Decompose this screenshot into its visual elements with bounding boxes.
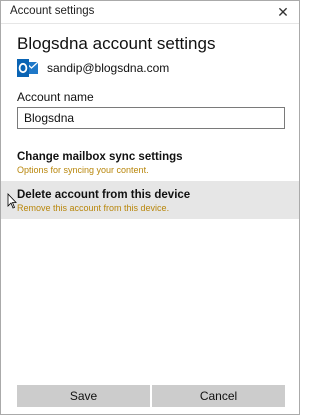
save-button[interactable]: Save xyxy=(17,385,150,407)
outlook-icon xyxy=(17,58,39,78)
mouse-pointer-icon xyxy=(7,193,17,209)
delete-account-title: Delete account from this device xyxy=(17,189,191,201)
close-icon[interactable]: ✕ xyxy=(273,1,293,23)
sync-settings-description: Options for syncing your content. xyxy=(17,165,149,175)
account-name-input[interactable] xyxy=(17,107,285,129)
account-email: sandip@blogsdna.com xyxy=(47,61,170,75)
account-name-label: Account name xyxy=(17,90,94,104)
sync-settings-title: Change mailbox sync settings xyxy=(17,151,183,163)
page-title: Blogsdna account settings xyxy=(17,34,216,53)
delete-account-link[interactable]: Delete account from this device Remove t… xyxy=(1,181,299,219)
title-bar: Account settings ✕ xyxy=(1,1,299,24)
change-sync-settings-link[interactable]: Change mailbox sync settings Options for… xyxy=(1,147,299,177)
delete-account-description: Remove this account from this device. xyxy=(17,203,170,213)
account-settings-window: Account settings ✕ Blogsdna account sett… xyxy=(0,0,300,415)
window-title: Account settings xyxy=(10,5,95,17)
cancel-button[interactable]: Cancel xyxy=(152,385,285,407)
account-row: sandip@blogsdna.com xyxy=(17,58,169,78)
